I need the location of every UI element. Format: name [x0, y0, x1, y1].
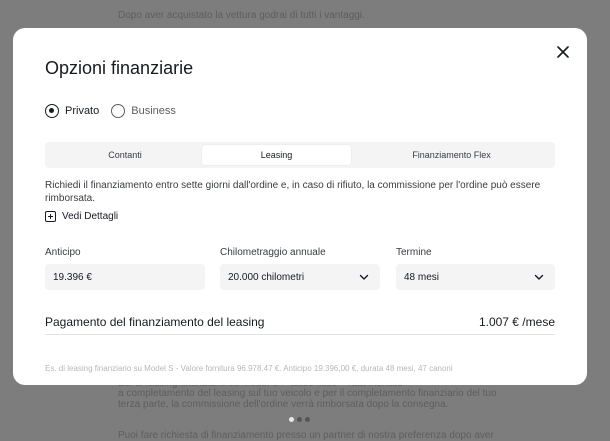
- down-payment-input[interactable]: 19.396 €: [45, 264, 205, 290]
- mileage-value: 20.000 chilometri: [228, 271, 305, 283]
- modal-title: Opzioni finanziarie: [45, 58, 194, 78]
- leasing-disclaimer: Es. di leasing finanziario su Model S - …: [45, 364, 453, 373]
- term-label: Termine: [396, 247, 432, 258]
- radio-label: Privato: [65, 105, 100, 117]
- plus-box-icon: [45, 211, 56, 222]
- leasing-payment-label: Pagamento del finanziamento del leasing: [45, 315, 265, 329]
- radio-business[interactable]: Business: [111, 104, 176, 118]
- leasing-description: Richiedi il finanziamento entro sette gi…: [45, 180, 541, 204]
- radio-checked-icon: [45, 104, 59, 118]
- mileage-label: Chilometraggio annuale: [220, 247, 326, 258]
- tab-contanti[interactable]: Contanti: [48, 145, 202, 165]
- radio-unchecked-icon: [111, 104, 126, 118]
- financing-tabs: Contanti Leasing Finanziamento Flex: [45, 142, 555, 168]
- background-text-1: Dopo aver acquistato la vettura godrai d…: [118, 10, 365, 21]
- financing-options-modal: Opzioni finanziarie Privato Business Con…: [13, 28, 587, 385]
- carousel-dots: [289, 417, 310, 422]
- chevron-down-icon: [359, 274, 369, 280]
- leasing-payment-value: 1.007 € /mese: [478, 315, 555, 329]
- radio-label: Business: [131, 105, 176, 117]
- customer-type-group: Privato Business: [45, 104, 188, 118]
- carousel-dot[interactable]: [305, 417, 310, 422]
- carousel-dot[interactable]: [297, 417, 302, 422]
- carousel-dot[interactable]: [289, 417, 294, 422]
- term-value: 48 mesi: [404, 271, 440, 283]
- tab-finanziamento-flex[interactable]: Finanziamento Flex: [351, 145, 552, 165]
- see-details-link[interactable]: Vedi Dettagli: [45, 211, 118, 222]
- see-details-label: Vedi Dettagli: [62, 211, 119, 222]
- down-payment-label: Anticipo: [45, 247, 81, 258]
- radio-privato[interactable]: Privato: [45, 104, 99, 118]
- close-icon: [557, 46, 569, 58]
- background-text-5: Puoi fare richiesta di finanziamento pre…: [118, 430, 494, 441]
- term-select[interactable]: 48 mesi: [396, 264, 555, 290]
- background-text-3: a completamento del leasing sul tuo veic…: [118, 388, 497, 399]
- background-text-4: terza parte, la commissione dell'ordine …: [118, 399, 449, 410]
- chevron-down-icon: [534, 274, 544, 280]
- mileage-select[interactable]: 20.000 chilometri: [220, 264, 380, 290]
- close-button[interactable]: [553, 42, 573, 62]
- tab-leasing[interactable]: Leasing: [202, 145, 351, 165]
- down-payment-value: 19.396 €: [53, 271, 92, 283]
- divider: [45, 334, 555, 335]
